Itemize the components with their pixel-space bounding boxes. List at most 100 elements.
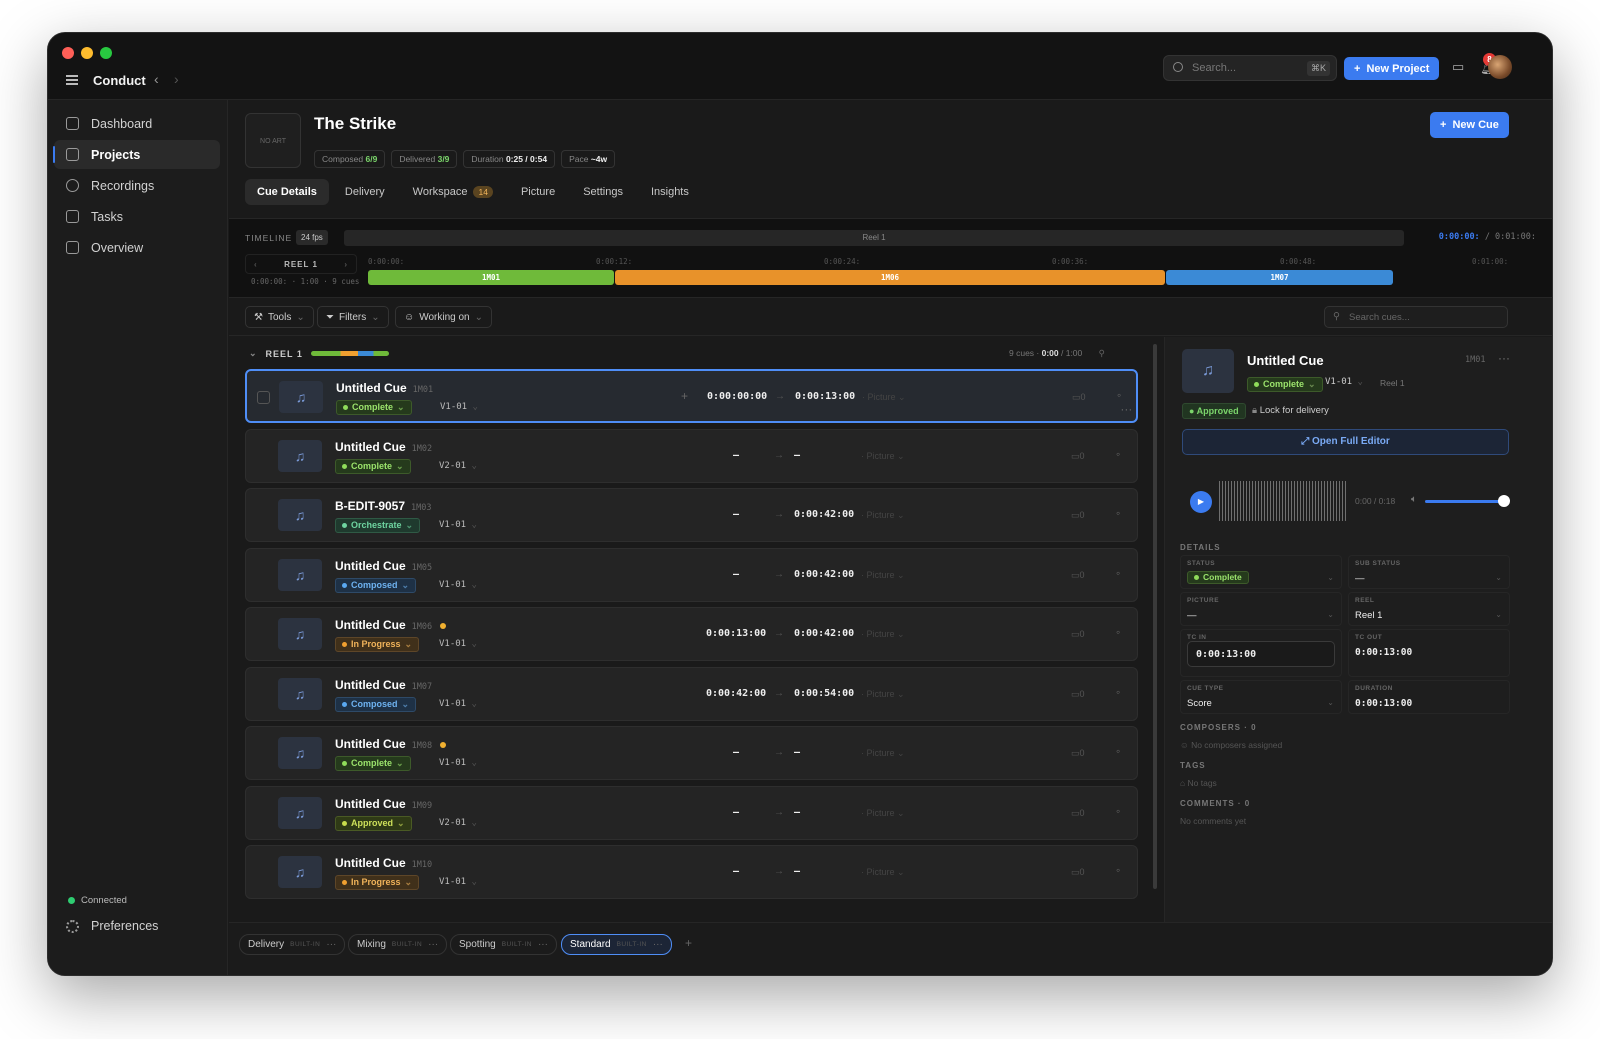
tab-workspace[interactable]: Workspace 14 (401, 179, 505, 205)
cue-picture-dropdown[interactable]: · Picture ⌄ (861, 510, 905, 521)
sidebar-item-overview[interactable]: Overview (54, 233, 220, 262)
panel-version-dropdown[interactable]: V1-01 ⌄ (1325, 377, 1363, 387)
cue-picture-dropdown[interactable]: · Picture ⌄ (861, 748, 905, 759)
more-options-icon[interactable]: ··· (1498, 351, 1510, 365)
timeline-cue-block[interactable]: 1M06 (615, 270, 1165, 285)
fps-badge[interactable]: 24 fps (296, 230, 328, 245)
cue-tc-out[interactable]: – (794, 747, 800, 758)
lock-for-delivery-button[interactable]: 🔒︎ Lock for delivery (1252, 405, 1329, 416)
cue-row[interactable]: ♫ B-EDIT-9057 1M03 Orchestrate ⌄ V1-01 ⌄ –… (245, 488, 1138, 542)
cue-tc-in[interactable]: 0:00:42:00 (706, 688, 766, 699)
pin-icon[interactable]: ⚲ (1099, 348, 1105, 358)
sidebar-item-dashboard[interactable]: Dashboard (54, 109, 220, 138)
more-options-icon[interactable]: ◦ (1116, 685, 1120, 699)
cue-version-dropdown[interactable]: V2-01 ⌄ (434, 816, 482, 831)
cue-name[interactable]: Untitled Cue 1M08 (335, 737, 447, 751)
cue-name[interactable]: Untitled Cue 1M06 (335, 618, 447, 632)
cue-version-dropdown[interactable]: V1-01 ⌄ (434, 518, 482, 533)
cue-picture-dropdown[interactable]: · Picture ⌄ (861, 570, 905, 581)
cue-comments[interactable]: ▭0 (1071, 570, 1085, 581)
cue-tc-out[interactable]: 0:00:54:00 (794, 688, 854, 699)
hamburger-menu-icon[interactable] (66, 75, 78, 85)
more-options-icon[interactable]: ◦ (1116, 863, 1120, 877)
sidebar-item-tasks[interactable]: Tasks (54, 202, 220, 231)
more-options-icon[interactable]: ◦ (1116, 744, 1120, 758)
tab-settings[interactable]: Settings (571, 179, 635, 205)
cue-tc-out[interactable]: 0:00:13:00 (795, 391, 855, 402)
cue-comments[interactable]: ▭0 (1071, 451, 1085, 462)
minimize-window-button[interactable] (81, 47, 93, 59)
cue-status-dropdown[interactable]: In Progress ⌄ (335, 875, 420, 890)
cue-comments[interactable]: ▭0 (1071, 867, 1085, 878)
play-button[interactable]: ▶ (1190, 491, 1212, 513)
cue-row[interactable]: ♫ Untitled Cue 1M01 Complete ⌄ V1-01 ⌄ + 0… (245, 369, 1138, 423)
cue-tc-in[interactable]: – (706, 747, 766, 758)
cue-name[interactable]: Untitled Cue 1M09 (335, 797, 432, 811)
cue-row[interactable]: ♫ Untitled Cue 1M09 Approved ⌄ V2-01 ⌄ – →… (245, 785, 1138, 840)
user-avatar[interactable] (1488, 55, 1512, 79)
cue-row[interactable]: ♫ Untitled Cue 1M10 In Progress ⌄ V1-01 ⌄ … (245, 845, 1138, 899)
sidebar-item-projects[interactable]: Projects (53, 140, 220, 169)
tab-picture[interactable]: Picture (509, 179, 567, 205)
cue-version-dropdown[interactable]: V1-01 ⌄ (434, 637, 482, 652)
tc-in-input[interactable]: 0:00:13:00 (1187, 641, 1335, 667)
timeline-cue-block[interactable]: 1M07 (1166, 270, 1393, 285)
cue-picture-dropdown[interactable]: · Picture ⌄ (861, 808, 905, 819)
cue-status-dropdown[interactable]: Composed ⌄ (335, 577, 417, 593)
cue-comments[interactable]: ▭0 (1071, 629, 1085, 640)
cue-tc-in[interactable]: 0:00:00:00 (707, 391, 767, 402)
view-tab-spotting[interactable]: Spotting BUILT-IN ··· (450, 934, 557, 955)
cue-tc-out[interactable]: – (794, 807, 800, 818)
panel-status-dropdown[interactable]: Complete ⌄ (1247, 377, 1323, 392)
cue-type-field[interactable]: CUE TYPE Score ⌄ (1180, 680, 1342, 714)
forward-arrow-icon[interactable]: › (174, 71, 179, 87)
cue-tc-in[interactable]: – (706, 509, 766, 520)
cue-status-dropdown[interactable]: Orchestrate ⌄ (335, 518, 421, 533)
tab-insights[interactable]: Insights (639, 179, 701, 205)
tools-dropdown[interactable]: ⚒ Tools ⌄ (245, 306, 314, 328)
cue-status-dropdown[interactable]: Approved ⌄ (335, 815, 412, 831)
tags-empty[interactable]: ⌂ No tags (1180, 778, 1217, 788)
cue-version-dropdown[interactable]: V1-01 ⌄ (434, 875, 482, 890)
cue-tc-out[interactable]: – (794, 450, 800, 461)
cue-version-dropdown[interactable]: V1-01 ⌄ (435, 400, 483, 415)
cue-row[interactable]: ♫ Untitled Cue 1M02 Complete ⌄ V2-01 ⌄ – →… (245, 428, 1138, 483)
cue-version-dropdown[interactable]: V1-01 ⌄ (434, 578, 482, 593)
cue-comments[interactable]: ▭0 (1071, 689, 1085, 700)
more-options-icon[interactable]: ◦ ··· (1117, 388, 1136, 416)
cue-comments[interactable]: ▭0 (1072, 392, 1086, 403)
cue-picture-dropdown[interactable]: · Picture ⌄ (861, 451, 905, 462)
cue-row[interactable]: ♫ Untitled Cue 1M06 In Progress ⌄ V1-01 ⌄ … (245, 607, 1138, 661)
tab-delivery[interactable]: Delivery (333, 179, 397, 205)
cue-row[interactable]: ♫ Untitled Cue 1M08 Complete ⌄ V1-01 ⌄ – →… (245, 726, 1138, 780)
cue-name[interactable]: B-EDIT-9057 1M03 (335, 499, 432, 513)
reel-overview-bar[interactable]: Reel 1 (344, 230, 1404, 246)
cue-status-dropdown[interactable]: Composed ⌄ (335, 696, 417, 712)
cue-comments[interactable]: ▭0 (1071, 510, 1085, 521)
cue-status-dropdown[interactable]: Complete ⌄ (336, 400, 412, 415)
cue-tc-out[interactable]: 0:00:42:00 (794, 509, 854, 520)
sidebar-item-recordings[interactable]: Recordings (54, 171, 220, 200)
maximize-window-button[interactable] (100, 47, 112, 59)
close-window-button[interactable] (62, 47, 74, 59)
reel-navigator[interactable]: ‹ REEL 1 › (245, 254, 357, 274)
messages-icon[interactable]: ▭ (1452, 59, 1464, 75)
chevron-left-icon[interactable]: ‹ (254, 255, 258, 275)
waveform[interactable] (1219, 481, 1347, 521)
volume-slider[interactable] (1425, 500, 1505, 503)
picture-field[interactable]: PICTURE — ⌄ (1180, 592, 1342, 626)
cue-row[interactable]: ♫ Untitled Cue 1M07 Composed ⌄ V1-01 ⌄ 0:0… (245, 666, 1138, 721)
cue-version-dropdown[interactable]: V1-01 ⌄ (434, 697, 482, 712)
cue-tc-in[interactable]: 0:00:13:00 (706, 628, 766, 639)
cue-comments[interactable]: ▭0 (1071, 748, 1085, 759)
new-cue-button[interactable]: + New Cue (1430, 112, 1509, 138)
cue-status-dropdown[interactable]: In Progress ⌄ (335, 637, 420, 652)
cue-tc-out[interactable]: – (794, 866, 800, 877)
timeline-cue-block[interactable]: 1M01 (368, 270, 614, 285)
reel-field[interactable]: REEL Reel 1 ⌄ (1348, 592, 1510, 626)
cue-version-dropdown[interactable]: V2-01 ⌄ (434, 459, 482, 474)
cue-picture-dropdown[interactable]: · Picture ⌄ (861, 867, 905, 878)
chevron-right-icon[interactable]: › (344, 255, 348, 275)
cue-tc-in[interactable]: – (706, 450, 766, 461)
volume-icon[interactable]: 🔈︎ (1411, 494, 1417, 505)
